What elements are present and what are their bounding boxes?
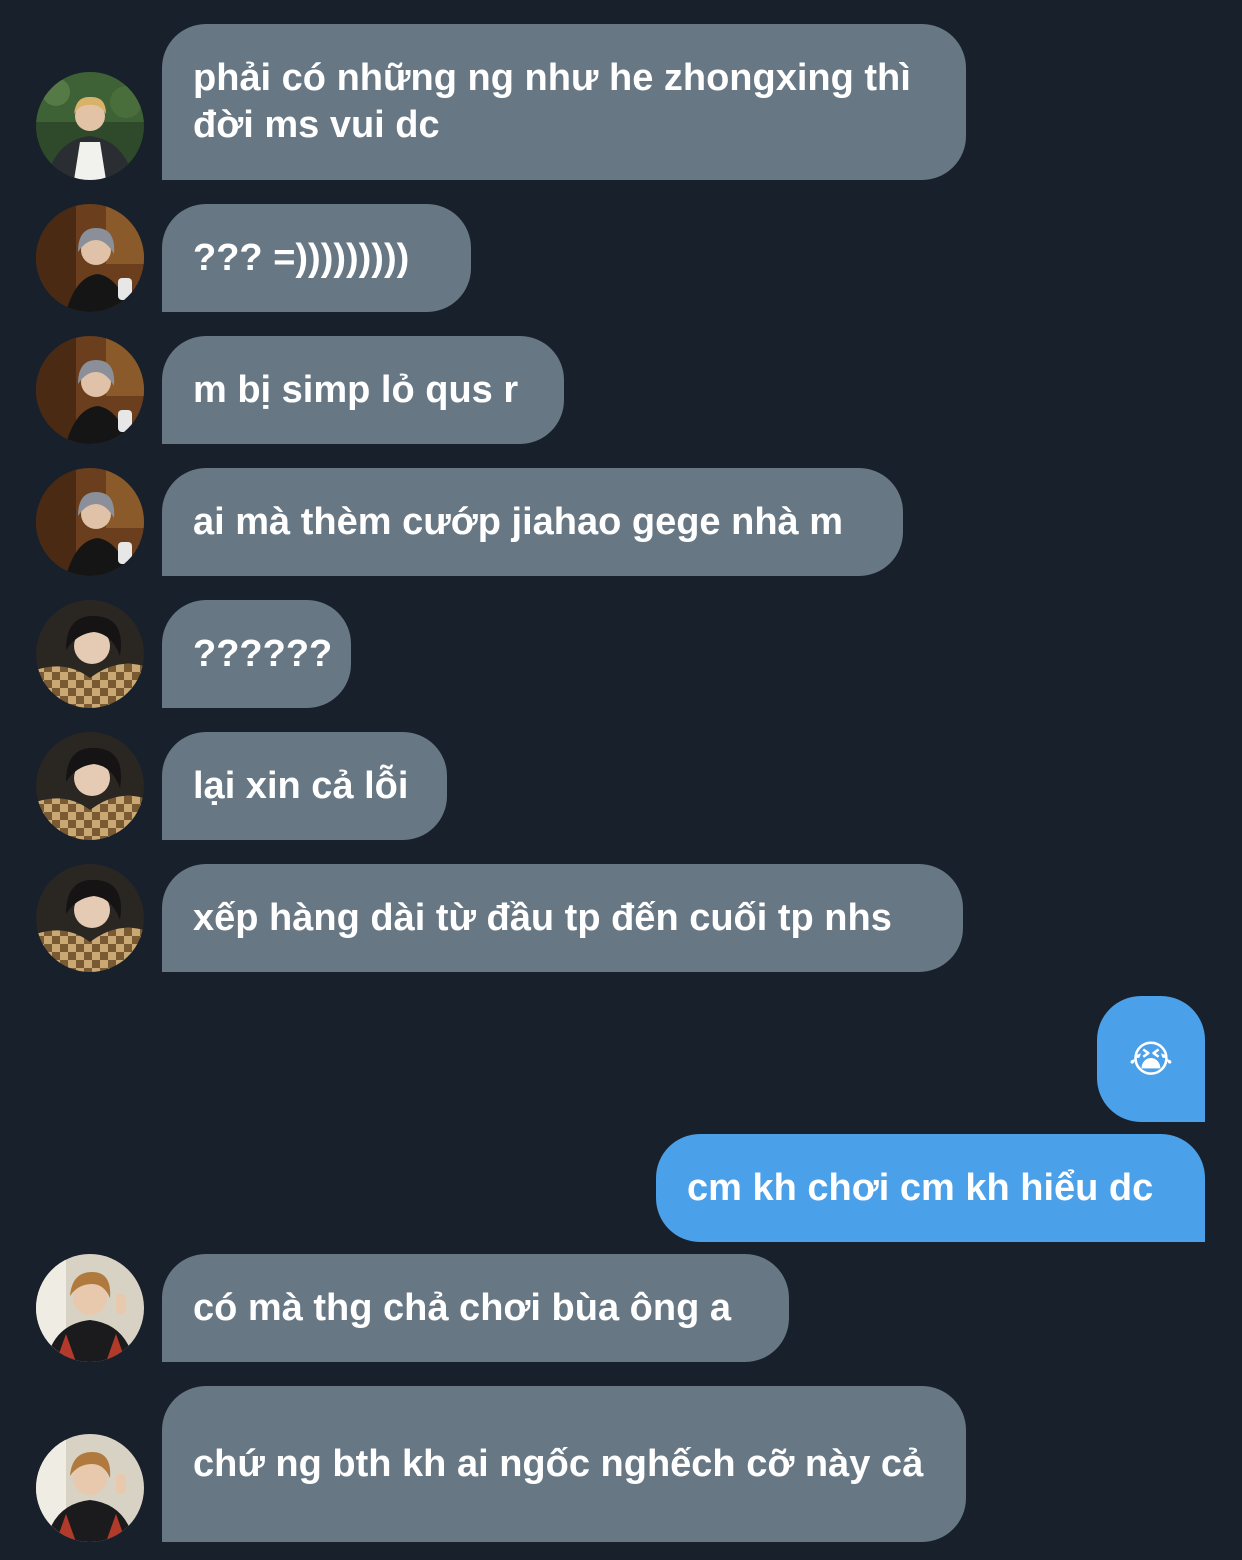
avatar[interactable] [36,336,144,444]
message-text: ?????? [193,632,333,675]
user-b-avatar-image [36,336,144,444]
user-b-avatar-image [36,468,144,576]
user-c-avatar-image [36,732,144,840]
avatar[interactable] [36,1254,144,1362]
message-bubble[interactable]: lại xin cả lỗi [162,732,447,840]
user-a-avatar-image [36,72,144,180]
message-bubble[interactable]: xếp hàng dài từ đầu tp đến cuối tp nhs [162,864,963,972]
user-d-avatar-image [36,1254,144,1362]
message-bubble[interactable]: ?????? [162,600,351,708]
user-c-avatar-image [36,600,144,708]
avatar[interactable] [36,732,144,840]
message-bubble[interactable]: ai mà thèm cướp jiahao gege nhà m [162,468,903,576]
avatar[interactable] [36,600,144,708]
message-text: cm kh chơi cm kh hiểu dc [687,1166,1154,1209]
avatar[interactable] [36,468,144,576]
message-text: có mà thg chả chơi bùa ông a [193,1286,731,1329]
message-bubble-outgoing[interactable]: cm kh chơi cm kh hiểu dc [656,1134,1205,1242]
message-bubble-outgoing[interactable]: 😭 [1097,996,1205,1122]
loudly-crying-face-icon: 😭 [1128,1036,1174,1081]
message-text: ai mà thèm cướp jiahao gege nhà m [193,500,844,543]
message-bubble[interactable]: ??? =))))))))) [162,204,471,312]
message-text: ??? =))))))))) [193,236,410,279]
message-bubble[interactable]: m bị simp lỏ qus r [162,336,564,444]
user-d-avatar-image [36,1434,144,1542]
message-bubble[interactable]: chứ ng bth kh ai ngốc nghếch cỡ này cả [162,1386,966,1542]
message-text: chứ ng bth kh ai ngốc nghếch cỡ này cả [193,1442,924,1485]
message-text: m bị simp lỏ qus r [193,368,519,411]
avatar[interactable] [36,1434,144,1542]
avatar[interactable] [36,204,144,312]
message-bubble[interactable]: có mà thg chả chơi bùa ông a [162,1254,789,1362]
message-text: xếp hàng dài từ đầu tp đến cuối tp nhs [193,896,892,939]
user-c-avatar-image [36,864,144,972]
message-text: phải có những ng như he zhongxing thì đờ… [193,57,911,146]
user-b-avatar-image [36,204,144,312]
avatar[interactable] [36,864,144,972]
message-text: lại xin cả lỗi [193,764,409,807]
message-bubble[interactable]: phải có những ng như he zhongxing thì đờ… [162,24,966,180]
avatar[interactable] [36,72,144,180]
